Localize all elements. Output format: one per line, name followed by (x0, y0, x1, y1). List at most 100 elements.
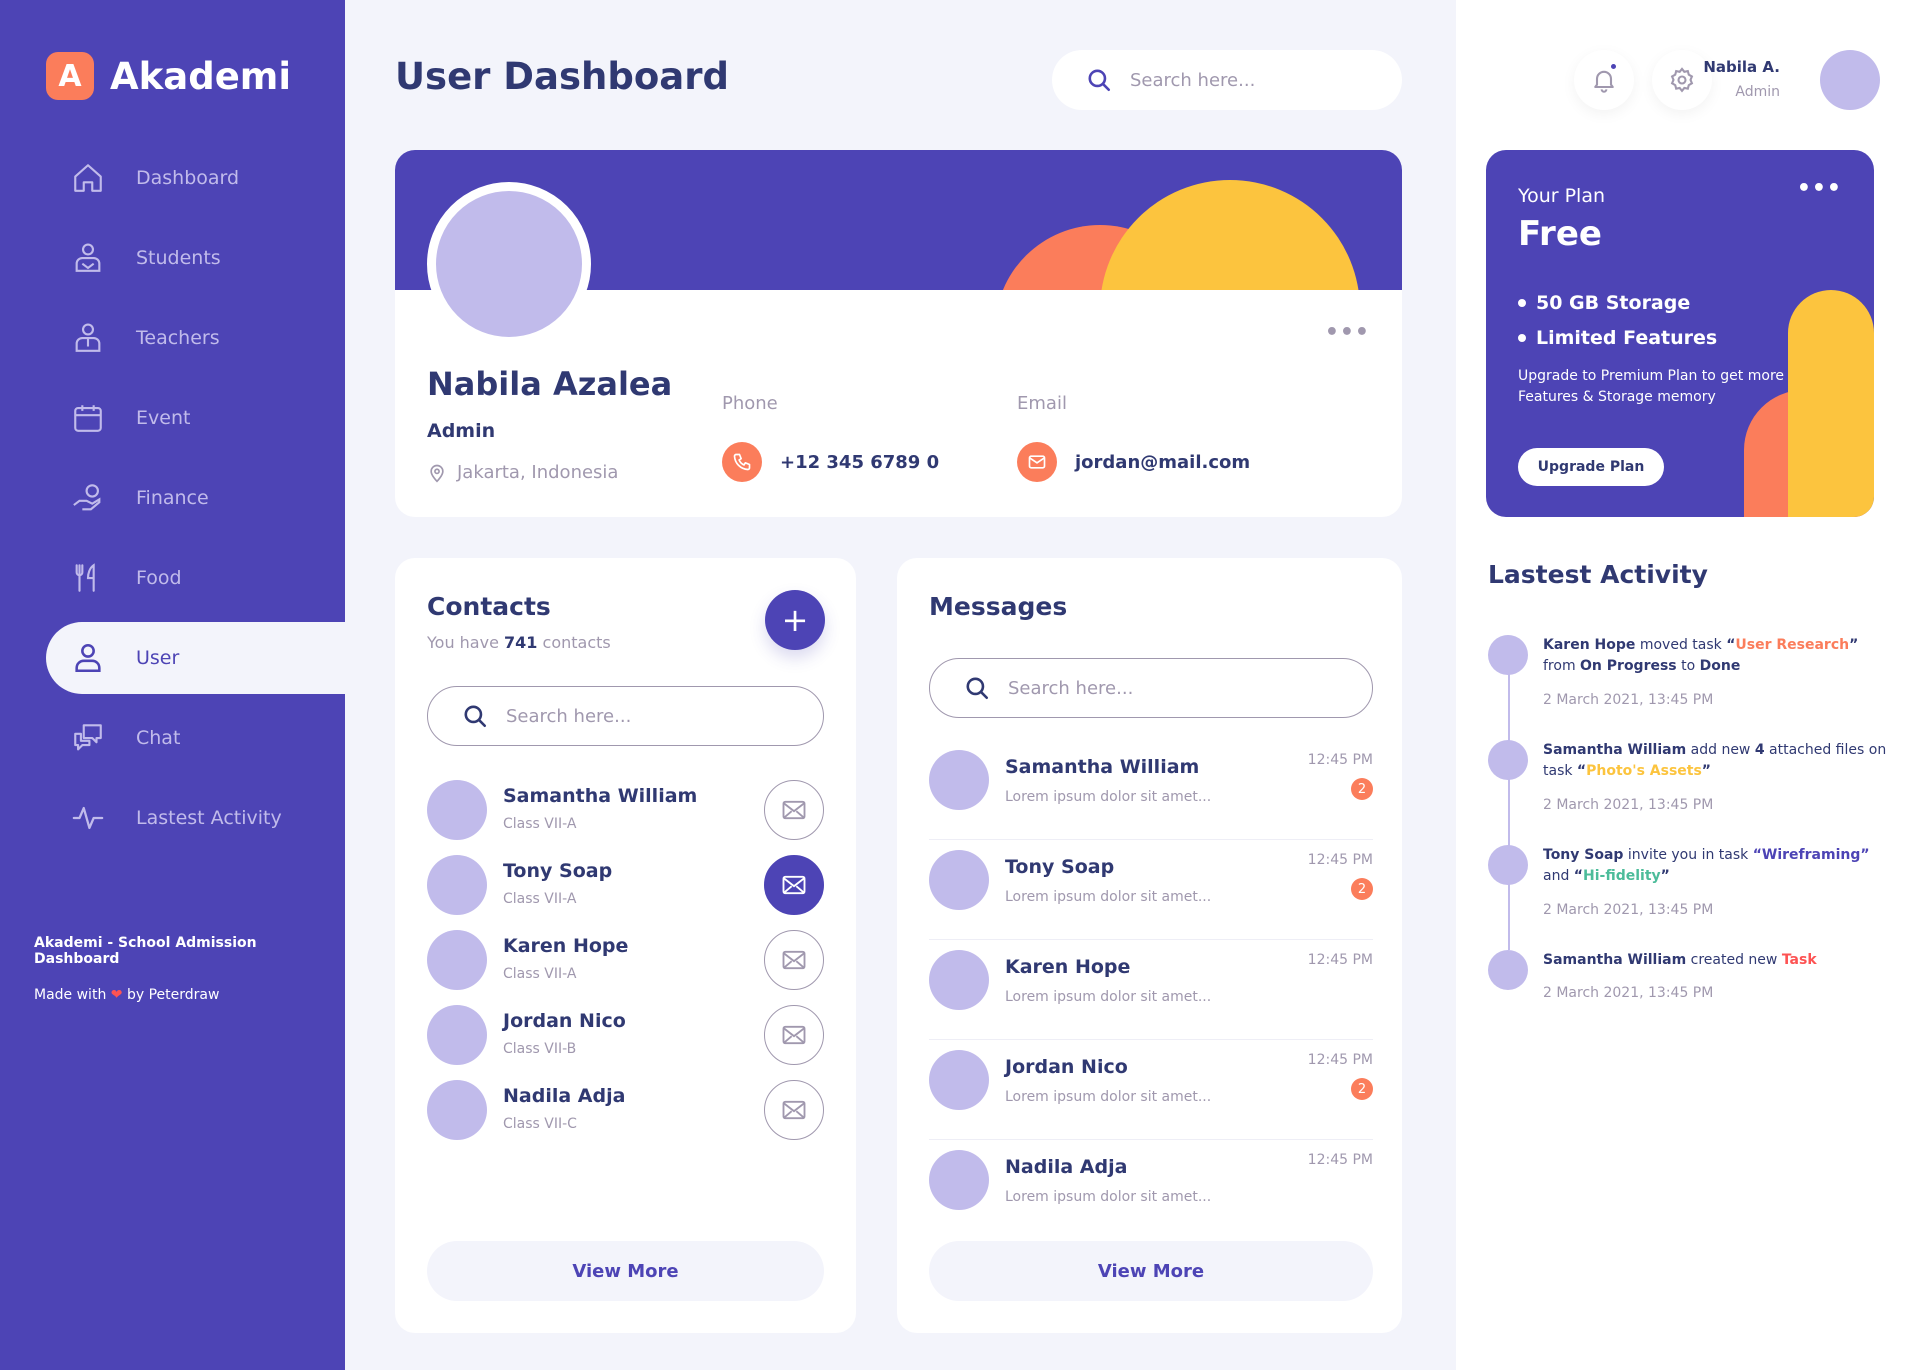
activity-text-part: “ (1576, 763, 1587, 779)
sidebar-item-food[interactable]: Food (46, 542, 345, 614)
profile-menu-button[interactable]: ••• (1325, 320, 1370, 345)
sidebar-item-dashboard[interactable]: Dashboard (46, 142, 345, 214)
profile-role: Admin (427, 420, 496, 442)
message-item[interactable]: Jordan Nico Lorem ipsum dolor sit amet...… (929, 1042, 1373, 1140)
sidebar-item-chat[interactable]: Chat (46, 702, 345, 774)
sidebar-item-students[interactable]: Students (46, 222, 345, 294)
activity-text-part: moved task (1635, 637, 1727, 653)
activity-time: 2 March 2021, 13:45 PM (1543, 902, 1714, 918)
contacts-subtitle-post: contacts (542, 633, 611, 652)
sidebar-item-label: Teachers (136, 327, 220, 349)
message-item[interactable]: Nadila Adja Lorem ipsum dolor sit amet...… (929, 1142, 1373, 1240)
contacts-view-more-button[interactable]: View More (427, 1241, 824, 1301)
activity-text-part: to (1676, 658, 1700, 674)
contact-item[interactable]: Jordan Nico Class VII-B (427, 1005, 824, 1065)
sidebar-item-event[interactable]: Event (46, 382, 345, 454)
contact-class: Class VII-A (503, 816, 577, 832)
message-item[interactable]: Samantha William Lorem ipsum dolor sit am… (929, 742, 1373, 840)
sidebar-item-label: Students (136, 247, 221, 269)
home-icon (70, 160, 106, 196)
contact-name: Nadila Adja (503, 1085, 626, 1107)
student-icon (70, 240, 106, 276)
contact-item[interactable]: Nadila Adja Class VII-C (427, 1080, 824, 1140)
activity-text: Tony Soap invite you in task “Wireframin… (1543, 845, 1888, 887)
activity-text-part: Samantha William (1543, 952, 1687, 968)
activity-text-part: invite you in task (1623, 847, 1753, 863)
message-preview: Lorem ipsum dolor sit amet... (1005, 889, 1212, 905)
message-contact-button[interactable] (764, 1080, 824, 1140)
message-contact-button[interactable] (764, 780, 824, 840)
sidebar-item-teachers[interactable]: Teachers (46, 302, 345, 374)
sidebar-item-lastest-activity[interactable]: Lastest Activity (46, 782, 345, 854)
banner-decor-yellow (1100, 180, 1360, 290)
message-sender: Tony Soap (1005, 856, 1115, 878)
contacts-subtitle-pre: You have (427, 633, 499, 652)
message-time: 12:45 PM (1307, 952, 1373, 968)
message-contact-button[interactable] (764, 855, 824, 915)
plan-card: Your Plan Free ••• 50 GB Storage Limited… (1486, 150, 1874, 517)
notification-button[interactable] (1574, 50, 1634, 110)
message-sender: Samantha William (1005, 756, 1200, 778)
contact-class: Class VII-C (503, 1116, 577, 1132)
profile-name: Nabila Azalea (427, 365, 673, 403)
activity-text-part: Photo's Assets (1586, 763, 1702, 779)
activity-text-part: ” (1701, 763, 1711, 779)
plan-menu-button[interactable]: ••• (1797, 176, 1842, 201)
upgrade-plan-button[interactable]: Upgrade Plan (1518, 448, 1664, 486)
contact-item[interactable]: Tony Soap Class VII-A (427, 855, 824, 915)
sidebar-item-finance[interactable]: Finance (46, 462, 345, 534)
user-avatar[interactable] (1820, 50, 1880, 110)
contact-name: Jordan Nico (503, 1010, 626, 1032)
plan-description: Upgrade to Premium Plan to get more Feat… (1518, 368, 1784, 405)
message-preview: Lorem ipsum dolor sit amet... (1005, 1089, 1212, 1105)
contact-name: Tony Soap (503, 860, 613, 882)
email-value[interactable]: jordan@mail.com (1075, 452, 1250, 473)
logo[interactable]: A Akademi (46, 52, 291, 100)
message-time: 12:45 PM (1307, 1052, 1373, 1068)
sidebar-item-user[interactable]: User (46, 622, 345, 694)
top-search-input[interactable]: Search here... (1052, 50, 1402, 110)
sidebar-item-label: Food (136, 567, 182, 589)
activity-text: Samantha William created new Task (1543, 950, 1888, 971)
message-item[interactable]: Tony Soap Lorem ipsum dolor sit amet... 12… (929, 842, 1373, 940)
email-icon[interactable] (1017, 442, 1057, 482)
contacts-search-input[interactable]: Search here... (427, 686, 824, 746)
timeline-dot (1488, 845, 1528, 885)
chat-icon (70, 720, 106, 756)
mail-icon (780, 796, 808, 824)
made-with-text: Made with (34, 987, 107, 1003)
activity-text-part: created new (1686, 952, 1782, 968)
mail-icon (780, 871, 808, 899)
avatar (929, 750, 989, 810)
avatar (929, 1050, 989, 1110)
activity-text-part: Task (1781, 952, 1817, 968)
message-contact-button[interactable] (764, 930, 824, 990)
phone-value[interactable]: +12 345 6789 0 (780, 452, 939, 473)
messages-card: Messages Search here... Samantha William… (897, 558, 1402, 1333)
phone-icon[interactable] (722, 442, 762, 482)
heart-icon: ❤ (110, 987, 123, 1003)
avatar (929, 1150, 989, 1210)
messages-view-more-button[interactable]: View More (929, 1241, 1373, 1301)
add-contact-button[interactable]: + (765, 590, 825, 650)
contacts-card: Contacts You have 741 contacts + Search … (395, 558, 856, 1333)
calendar-icon (70, 400, 106, 436)
contact-item[interactable]: Samantha William Class VII-A (427, 780, 824, 840)
avatar (929, 850, 989, 910)
message-item[interactable]: Karen Hope Lorem ipsum dolor sit amet... 1… (929, 942, 1373, 1040)
mail-icon (780, 1096, 808, 1124)
contact-name: Karen Hope (503, 935, 629, 957)
message-contact-button[interactable] (764, 1005, 824, 1065)
activity-text-part: Karen Hope (1543, 637, 1636, 653)
messages-search-input[interactable]: Search here... (929, 658, 1373, 718)
user-name: Nabila A. (1703, 58, 1780, 76)
contact-item[interactable]: Karen Hope Class VII-A (427, 930, 824, 990)
activity-text-part: User Research (1735, 637, 1850, 653)
activity-text-part: On Progress (1580, 658, 1677, 674)
profile-avatar[interactable] (427, 182, 591, 346)
activity-text-part: Hi-fidelity (1583, 868, 1661, 884)
activity-time: 2 March 2021, 13:45 PM (1543, 692, 1714, 708)
message-time: 12:45 PM (1307, 752, 1373, 768)
contacts-search-placeholder: Search here... (506, 705, 632, 727)
plan-label: Your Plan (1518, 185, 1606, 207)
